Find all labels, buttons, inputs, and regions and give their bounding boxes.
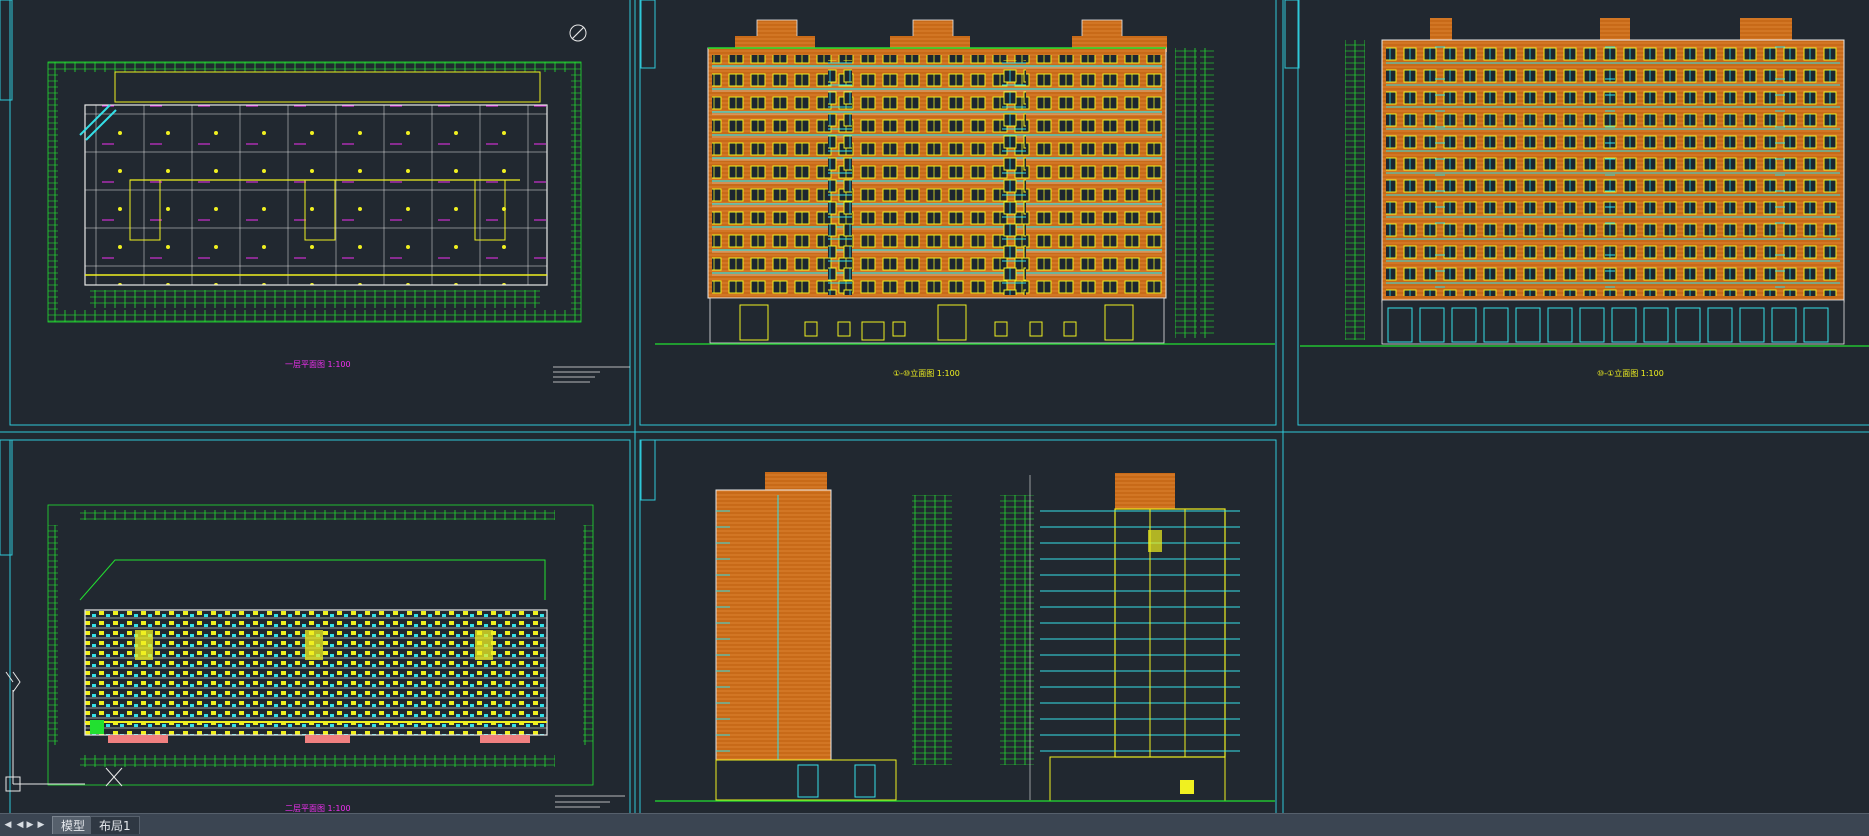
front-elevation-2[interactable] [1300, 18, 1869, 347]
building-section[interactable] [1000, 473, 1240, 802]
front-elevation-1[interactable] [655, 19, 1275, 345]
floor-plan-1[interactable] [47, 61, 582, 323]
elevation-2-title: ⑩-①立面图 1:100 [1597, 368, 1664, 378]
plan-1-notes [553, 366, 630, 383]
nav-last-icon[interactable]: ▶ [35, 818, 47, 832]
drawing-canvas[interactable]: 一层平面图 1:100 二层平面图 1:100 ①-⑩立面图 1:100 ⑩-①… [0, 0, 1869, 813]
tab-model[interactable]: 模型 [52, 816, 95, 834]
floor-plan-2[interactable] [47, 504, 594, 786]
elevation-1-title: ①-⑩立面图 1:100 [893, 368, 960, 378]
layout-tab-bar: ◀ ◀ ▶ ▶ 模型 布局1 [0, 813, 1869, 836]
tab-layout1[interactable]: 布局1 [90, 816, 140, 834]
side-elevation[interactable] [715, 472, 952, 801]
north-arrow-icon [569, 24, 587, 42]
plan-2-title: 二层平面图 1:100 [285, 804, 351, 813]
plan-2-notes [555, 795, 625, 808]
plan-1-title: 一层平面图 1:100 [285, 360, 351, 369]
nav-first-icon[interactable]: ◀ [2, 818, 14, 832]
